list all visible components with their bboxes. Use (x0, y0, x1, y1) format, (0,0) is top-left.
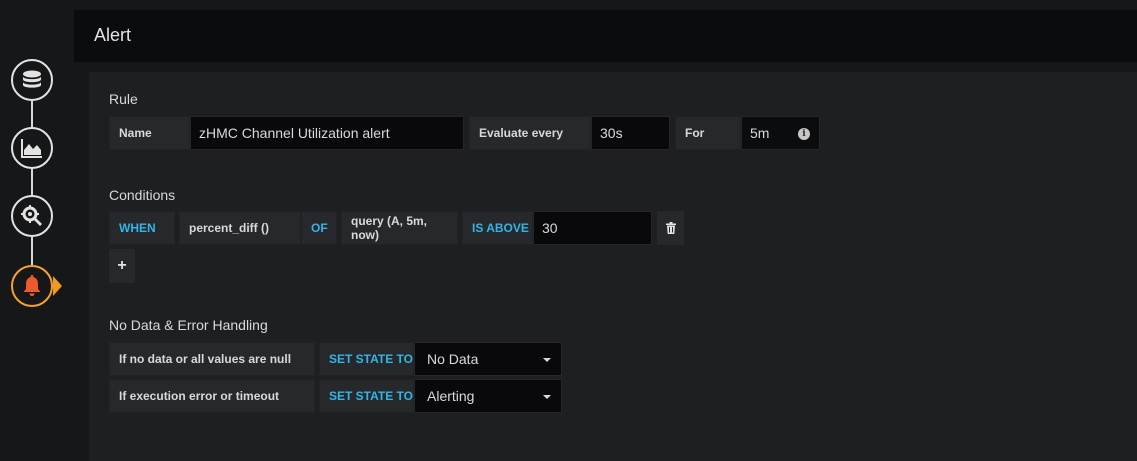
gear-wrench-icon (21, 205, 42, 226)
execution-error-state-value: Alerting (427, 388, 475, 404)
evaluate-every-label: Evaluate every (469, 116, 591, 150)
rule-name-label: Name (109, 116, 190, 150)
alert-editor-panel: Rule Name zHMC Channel Utilization alert… (89, 72, 1137, 461)
nav-connector-line (31, 80, 33, 286)
no-data-set-state-label: SET STATE TO (319, 342, 414, 376)
reducer-selector[interactable]: percent_diff () (179, 211, 301, 245)
area-chart-icon (21, 139, 42, 158)
rule-section-title: Rule (109, 91, 138, 107)
delete-condition-button[interactable] (657, 211, 684, 245)
trash-icon (665, 222, 676, 234)
plus-icon: + (117, 257, 127, 274)
execution-error-set-state-label: SET STATE TO (319, 379, 414, 413)
add-condition-button[interactable]: + (109, 249, 135, 283)
for-value: 5m (750, 125, 770, 141)
page-title: Alert (94, 25, 132, 45)
nav-alert-button[interactable] (11, 265, 53, 307)
threshold-input[interactable]: 30 (533, 211, 652, 245)
query-selector[interactable]: query (A, 5m, now) (341, 211, 458, 245)
of-keyword: OF (301, 211, 337, 245)
no-data-section-title: No Data & Error Handling (109, 317, 268, 333)
panel-header: Alert (74, 10, 1137, 62)
bell-icon (23, 275, 41, 296)
nav-queries-button[interactable] (11, 59, 53, 101)
no-data-state-select[interactable]: No Data (414, 342, 562, 376)
no-data-state-value: No Data (427, 351, 479, 367)
execution-error-condition-label: If execution error or timeout (109, 379, 315, 413)
execution-error-state-select[interactable]: Alerting (414, 379, 562, 413)
nav-visualization-button[interactable] (11, 127, 53, 169)
for-label: For (675, 116, 741, 150)
nav-general-button[interactable] (11, 195, 53, 237)
rule-name-input[interactable]: zHMC Channel Utilization alert (190, 116, 464, 150)
side-navigation (0, 0, 72, 461)
evaluate-every-input[interactable]: 30s (591, 116, 670, 150)
database-icon (23, 70, 41, 88)
active-indicator-arrow (53, 276, 62, 296)
evaluator-selector[interactable]: IS ABOVE (462, 211, 533, 245)
caret-down-icon (543, 358, 551, 362)
caret-down-icon (543, 395, 551, 399)
for-input[interactable]: 5m i (741, 116, 820, 150)
no-data-condition-label: If no data or all values are null (109, 342, 315, 376)
when-keyword: WHEN (109, 211, 175, 245)
conditions-section-title: Conditions (109, 187, 176, 203)
info-icon[interactable]: i (798, 128, 810, 140)
